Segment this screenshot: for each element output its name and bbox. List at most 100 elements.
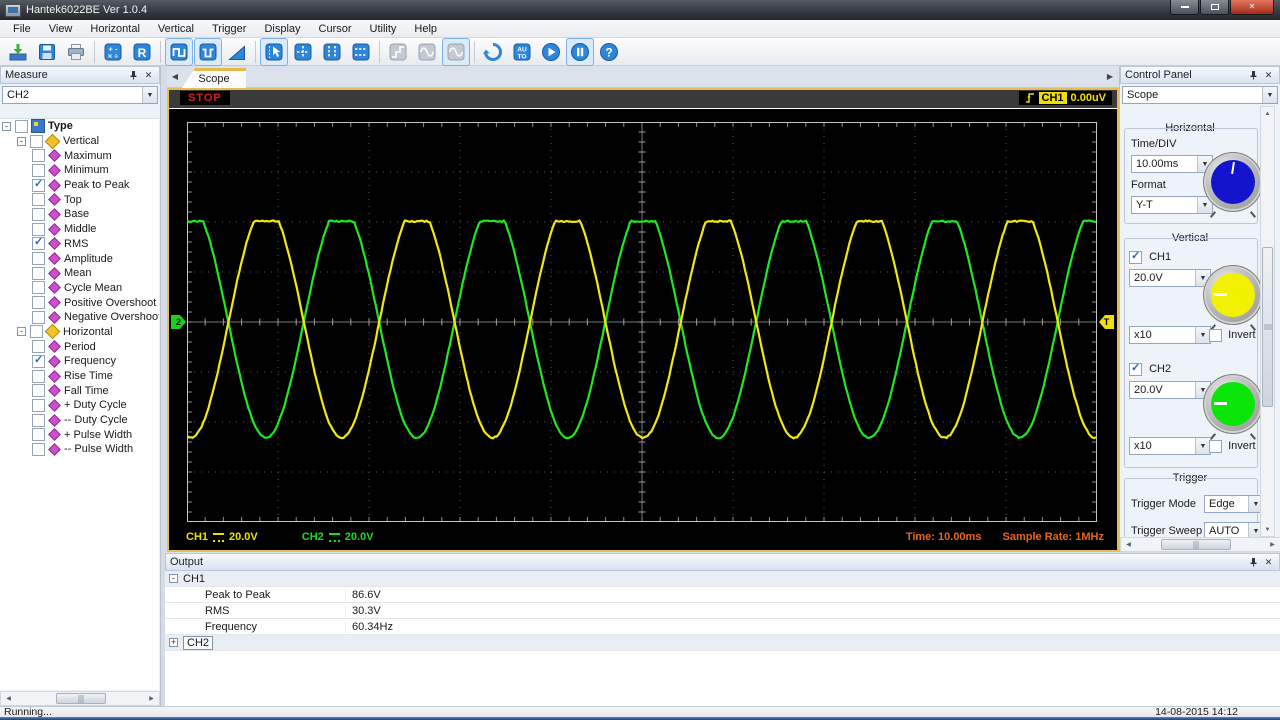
tree-checkbox[interactable] (32, 413, 45, 427)
tree-checkbox[interactable] (30, 134, 43, 148)
sine-wave-button[interactable] (413, 38, 441, 66)
tree-checkbox[interactable] (32, 398, 45, 412)
tree-checkbox[interactable] (32, 353, 45, 368)
tree-item-amplitude[interactable]: Amplitude (0, 251, 159, 266)
close-icon[interactable]: ✕ (142, 69, 155, 82)
ch2-enable-row[interactable]: CH2 (1129, 361, 1171, 376)
tree-checkbox[interactable] (32, 281, 45, 295)
tree-checkbox[interactable] (32, 369, 45, 383)
tab-scroll-right-icon[interactable]: ▶ (1104, 70, 1116, 84)
tab-scroll-left-icon[interactable]: ◀ (169, 70, 181, 84)
tree-item-positive-overshoot[interactable]: Positive Overshoot (0, 295, 159, 310)
tree-item-rise-time[interactable]: Rise Time (0, 369, 159, 384)
tree-item--pulse-width[interactable]: -- Pulse Width (0, 442, 159, 457)
menu-utility[interactable]: Utility (361, 21, 406, 37)
collapse-icon[interactable]: - (169, 574, 178, 583)
tree-item-maximum[interactable]: Maximum (0, 148, 159, 163)
tree-checkbox[interactable] (15, 119, 28, 133)
tree-item--duty-cycle[interactable]: -- Duty Cycle (0, 413, 159, 428)
minimize-button[interactable] (1170, 0, 1199, 15)
ch2-display-button[interactable] (194, 37, 222, 66)
tree-item-cycle-mean[interactable]: Cycle Mean (0, 281, 159, 296)
ch1-invert-checkbox[interactable] (1209, 329, 1222, 342)
control-horizontal-scrollbar[interactable]: ◀ ▶ (1120, 537, 1280, 552)
tree-item-type[interactable]: - Type (0, 119, 159, 134)
tree-checkbox[interactable] (32, 252, 45, 266)
pin-icon[interactable] (1246, 69, 1259, 82)
tree-checkbox[interactable] (32, 207, 45, 221)
tree-item-frequency[interactable]: Frequency (0, 353, 159, 369)
pin-icon[interactable] (1246, 556, 1259, 569)
scroll-up-icon[interactable]: ▲ (1260, 107, 1275, 120)
format-select[interactable]: Y-T ▼ (1131, 196, 1213, 214)
tree-item-minimum[interactable]: Minimum (0, 163, 159, 178)
tree-item-horizontal[interactable]: - Horizontal (0, 324, 159, 340)
scrollbar-thumb[interactable] (56, 693, 106, 704)
output-group-ch2[interactable]: + CH2 (165, 635, 1280, 651)
control-vertical-scrollbar[interactable]: ▲ ▼ (1260, 106, 1275, 537)
maximize-button[interactable] (1200, 0, 1229, 15)
tree-item-negative-overshoot[interactable]: Negative Overshoot (0, 310, 159, 325)
print-button[interactable] (62, 38, 90, 66)
auto-set-button[interactable]: AU TO (508, 38, 536, 66)
measure-channel-select[interactable]: CH2 ▼ (2, 86, 158, 104)
tree-checkbox[interactable] (32, 222, 45, 236)
ch1-position-knob[interactable] (1206, 268, 1260, 322)
save-button[interactable] (33, 38, 61, 66)
output-group-ch1[interactable]: - CH1 (165, 571, 1280, 587)
ch2-position-knob[interactable] (1206, 377, 1260, 431)
start-button[interactable] (537, 38, 565, 66)
menu-file[interactable]: File (4, 21, 40, 37)
ch2-scale-select[interactable]: 20.0V ▼ (1129, 381, 1211, 399)
tree-item-rms[interactable]: RMS (0, 235, 159, 252)
collapse-icon[interactable]: - (17, 327, 26, 337)
cross-cursor-button[interactable] (289, 38, 317, 66)
tree-item-peak-to-peak[interactable]: Peak to Peak (0, 177, 159, 193)
tree-checkbox[interactable] (30, 325, 43, 339)
tree-item-period[interactable]: Period (0, 339, 159, 354)
tree-checkbox[interactable] (32, 384, 45, 398)
menu-display[interactable]: Display (255, 21, 309, 37)
tree-checkbox[interactable] (32, 193, 45, 207)
expand-icon[interactable]: + (169, 638, 178, 647)
cursor-select-button[interactable] (260, 37, 288, 66)
ch2-probe-select[interactable]: x10 ▼ (1129, 437, 1211, 455)
pin-icon[interactable] (126, 69, 139, 82)
menu-vertical[interactable]: Vertical (149, 21, 203, 37)
scroll-down-icon[interactable]: ▼ (1260, 523, 1275, 536)
menu-horizontal[interactable]: Horizontal (81, 21, 149, 37)
ch1-enable-checkbox[interactable] (1129, 249, 1142, 264)
help-button[interactable]: ? (595, 38, 623, 66)
tab-scope[interactable]: Scope (182, 68, 246, 88)
scrollbar-thumb[interactable] (1262, 247, 1273, 407)
ramp-button[interactable] (223, 38, 251, 66)
collapse-icon[interactable]: - (2, 121, 11, 131)
scroll-right-icon[interactable]: ▶ (1265, 538, 1280, 551)
math-button[interactable]: + - × ÷ (99, 38, 127, 66)
menu-help[interactable]: Help (405, 21, 446, 37)
output-row-peak-to-peak[interactable]: Peak to Peak 86.6V (165, 587, 1280, 603)
close-button[interactable]: ✕ (1230, 0, 1274, 15)
step-wave-button[interactable] (384, 38, 412, 66)
ch1-enable-row[interactable]: CH1 (1129, 249, 1171, 264)
tree-checkbox[interactable] (32, 310, 45, 324)
pause-button[interactable] (566, 37, 594, 66)
collapse-icon[interactable]: - (17, 136, 26, 146)
sine-wave-2-button[interactable] (442, 37, 470, 66)
ch2-ground-marker[interactable]: 2 (171, 315, 186, 329)
tree-item--duty-cycle[interactable]: + Duty Cycle (0, 398, 159, 413)
tree-item-vertical[interactable]: - Vertical (0, 133, 159, 149)
tree-item-base[interactable]: Base (0, 207, 159, 222)
tree-item-mean[interactable]: Mean (0, 266, 159, 281)
tree-checkbox[interactable] (32, 340, 45, 354)
output-row-rms[interactable]: RMS 30.3V (165, 603, 1280, 619)
tree-item-fall-time[interactable]: Fall Time (0, 383, 159, 398)
close-icon[interactable]: ✕ (1262, 69, 1275, 82)
open-button[interactable] (4, 38, 32, 66)
tree-checkbox[interactable] (32, 177, 45, 192)
tree-checkbox[interactable] (32, 149, 45, 163)
scrollbar-thumb[interactable] (1161, 539, 1231, 550)
time-div-select[interactable]: 10.00ms ▼ (1131, 155, 1213, 173)
tree-checkbox[interactable] (32, 428, 45, 442)
vertical-cursor-button[interactable] (318, 38, 346, 66)
